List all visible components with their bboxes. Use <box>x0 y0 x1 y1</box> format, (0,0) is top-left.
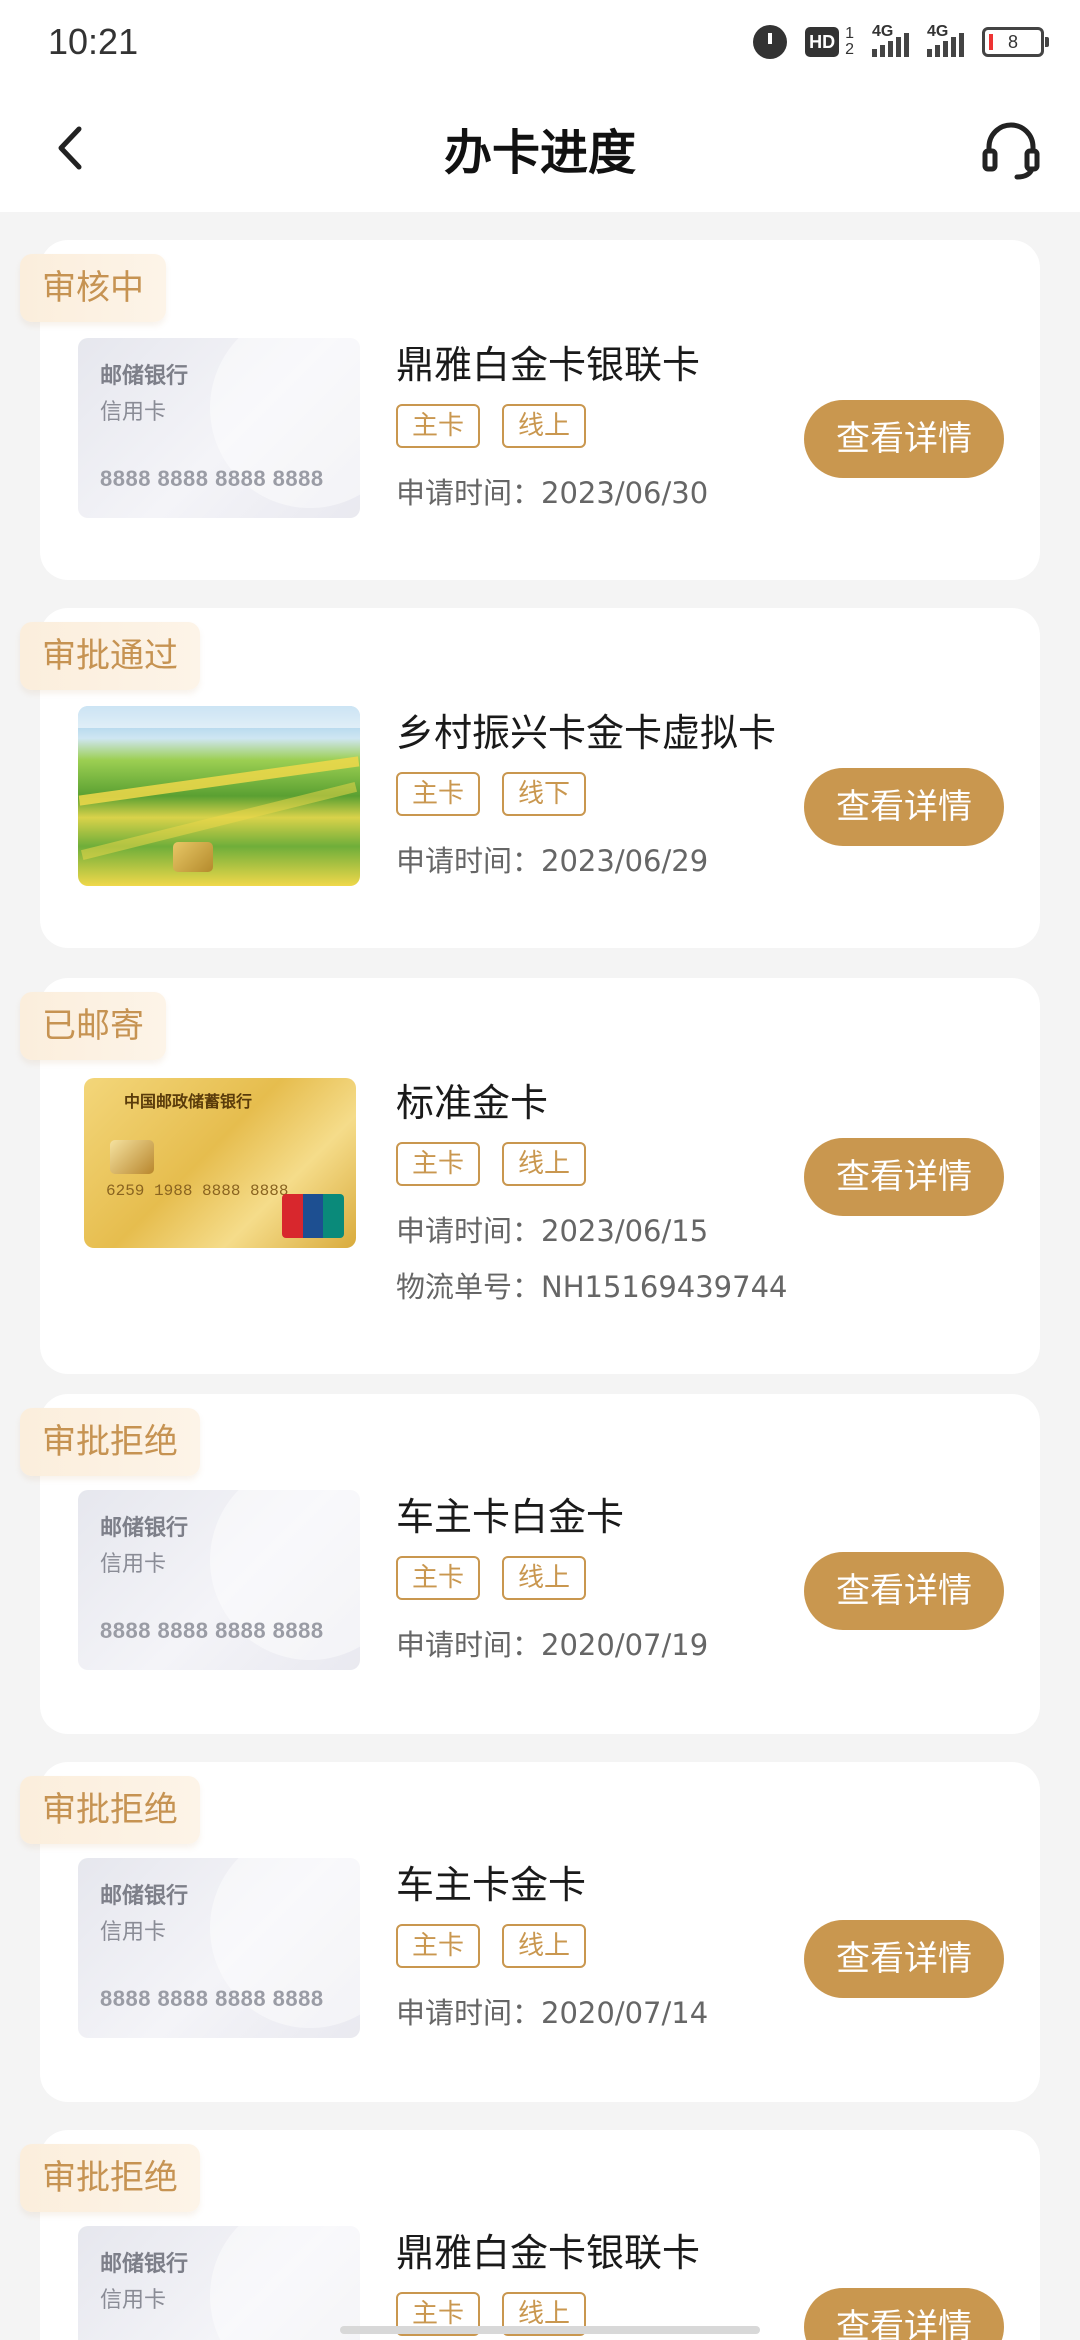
application-card: 审核中 邮储银行 信用卡 8888 8888 8888 8888 鼎雅白金卡银联… <box>20 240 1040 580</box>
tag-channel: 线上 <box>502 1924 586 1968</box>
chevron-left-icon <box>58 126 82 170</box>
status-tag: 已邮寄 <box>20 992 166 1060</box>
application-card: 已邮寄 中国邮政储蓄银行 6259 1988 8888 8888 标准金卡 主卡… <box>20 978 1040 1374</box>
sim2-label: 2 <box>845 41 854 58</box>
status-tag: 审批通过 <box>20 622 200 690</box>
card-image-placeholder: 邮储银行 信用卡 8888 8888 8888 8888 <box>78 338 360 518</box>
signal-icon-1: 4G <box>872 23 909 57</box>
tracking-number: 物流单号：NH15169439744 <box>396 1264 787 1306</box>
card-type: 信用卡 <box>100 2288 167 2313</box>
apply-date: 2023/06/30 <box>541 476 709 510</box>
card-chip-icon <box>110 1140 154 1174</box>
card-name: 标准金卡 <box>396 1081 549 1125</box>
card-type: 信用卡 <box>100 1552 167 1577</box>
card-name: 车主卡金卡 <box>396 1863 587 1907</box>
application-card: 审批拒绝 邮储银行 信用卡 8888 8888 8888 8888 鼎雅白金卡银… <box>20 2130 1040 2340</box>
card-bank-name: 邮储银行 <box>100 364 189 389</box>
card-number: 8888 8888 8888 8888 <box>100 1986 324 2011</box>
status-bar: 10:21 HD 1 2 4G 4G 8 <box>0 0 1080 84</box>
view-details-button[interactable]: 查看详情 <box>804 400 1004 478</box>
view-details-button[interactable]: 查看详情 <box>804 1552 1004 1630</box>
apply-time: 申请时间：2023/06/30 <box>396 470 708 512</box>
apply-time-label: 申请时间： <box>396 844 542 878</box>
card-image-placeholder: 邮储银行 信用卡 8888 8888 8888 8888 <box>78 1858 360 2038</box>
customer-service-button[interactable] <box>976 114 1046 184</box>
tag-channel: 线上 <box>502 404 586 448</box>
status-tag: 审批拒绝 <box>20 1776 200 1844</box>
application-card: 审批通过 乡村振兴卡金卡虚拟卡 主卡 线下 申请时间：2023/06/29 查看… <box>20 608 1040 948</box>
card-image-placeholder: 邮储银行 信用卡 8888 8888 8888 8888 <box>78 1490 360 1670</box>
apply-time-label: 申请时间： <box>396 1214 542 1248</box>
status-tag: 审批拒绝 <box>20 2144 200 2212</box>
tag-channel: 线下 <box>502 772 586 816</box>
card-image-gold: 中国邮政储蓄银行 6259 1988 8888 8888 <box>84 1078 356 1248</box>
apply-date: 2023/06/29 <box>541 844 709 878</box>
status-tag: 审核中 <box>20 254 166 322</box>
tag-primary-card: 主卡 <box>396 1556 480 1600</box>
card-number: 8888 8888 8888 8888 <box>100 1618 324 1643</box>
page-title: 办卡进度 <box>443 125 636 181</box>
apply-time-label: 申请时间： <box>396 1628 542 1662</box>
tag-primary-card: 主卡 <box>396 404 480 448</box>
card-bank-name: 邮储银行 <box>100 2252 189 2277</box>
card-image-placeholder: 邮储银行 信用卡 8888 8888 8888 8888 <box>78 2226 360 2340</box>
card-bank-name: 中国邮政储蓄银行 <box>124 1092 253 1111</box>
status-icons: HD 1 2 4G 4G 8 <box>753 23 1049 59</box>
apply-time-label: 申请时间： <box>396 1996 542 2030</box>
application-card: 审批拒绝 邮储银行 信用卡 8888 8888 8888 8888 车主卡白金卡… <box>20 1394 1040 1734</box>
application-card: 审批拒绝 邮储银行 信用卡 8888 8888 8888 8888 车主卡金卡 … <box>20 1762 1040 2102</box>
card-type: 信用卡 <box>100 1920 167 1945</box>
network-label-2: 4G <box>927 23 949 40</box>
signal-icon-2: 4G <box>927 23 964 57</box>
sim1-label: 1 <box>845 25 854 42</box>
apply-time: 申请时间：2020/07/19 <box>396 1622 708 1664</box>
tag-primary-card: 主卡 <box>396 1924 480 1968</box>
view-details-button[interactable]: 查看详情 <box>804 1920 1004 1998</box>
card-bank-name: 邮储银行 <box>100 1884 189 1909</box>
tag-primary-card: 主卡 <box>396 1142 480 1186</box>
card-bank-name: 邮储银行 <box>100 1516 189 1541</box>
card-chip-icon <box>173 842 213 872</box>
tracking-label: 物流单号： <box>396 1270 542 1304</box>
tracking-value: NH15169439744 <box>541 1270 788 1304</box>
card-name: 车主卡白金卡 <box>396 1495 625 1539</box>
headset-icon <box>982 122 1040 180</box>
apply-time: 申请时间：2023/06/15 <box>396 1208 708 1250</box>
apply-date: 2020/07/14 <box>541 1996 709 2030</box>
apply-time-label: 申请时间： <box>396 476 542 510</box>
tag-channel: 线上 <box>502 1556 586 1600</box>
tag-channel: 线上 <box>502 1142 586 1186</box>
hd-icon: HD <box>805 27 840 57</box>
card-name: 鼎雅白金卡银联卡 <box>396 2231 701 2275</box>
apply-date: 2020/07/19 <box>541 1628 709 1662</box>
card-number: 8888 8888 8888 8888 <box>100 466 324 491</box>
network-label-1: 4G <box>872 23 894 40</box>
status-time: 10:21 <box>48 21 139 62</box>
status-tag: 审批拒绝 <box>20 1408 200 1476</box>
view-details-button[interactable]: 查看详情 <box>804 768 1004 846</box>
view-details-button[interactable]: 查看详情 <box>804 1138 1004 1216</box>
card-name: 鼎雅白金卡银联卡 <box>396 343 701 387</box>
back-button[interactable] <box>40 118 100 178</box>
view-details-button[interactable]: 查看详情 <box>804 2288 1004 2340</box>
apply-time: 申请时间：2023/06/29 <box>396 838 708 880</box>
card-number: 6259 1988 8888 8888 <box>106 1182 289 1200</box>
sim-indicator: 1 2 <box>845 26 854 58</box>
alarm-icon <box>753 25 788 59</box>
tag-primary-card: 主卡 <box>396 772 480 816</box>
home-indicator[interactable] <box>340 2326 760 2334</box>
apply-date: 2023/06/15 <box>541 1214 709 1248</box>
card-type: 信用卡 <box>100 400 167 425</box>
battery-icon: 8 <box>982 27 1049 57</box>
apply-time: 申请时间：2020/07/14 <box>396 1990 708 2032</box>
card-image-rural <box>78 706 360 886</box>
unionpay-logo-icon <box>282 1194 344 1238</box>
header: 办卡进度 <box>0 84 1080 212</box>
card-name: 乡村振兴卡金卡虚拟卡 <box>396 711 777 755</box>
